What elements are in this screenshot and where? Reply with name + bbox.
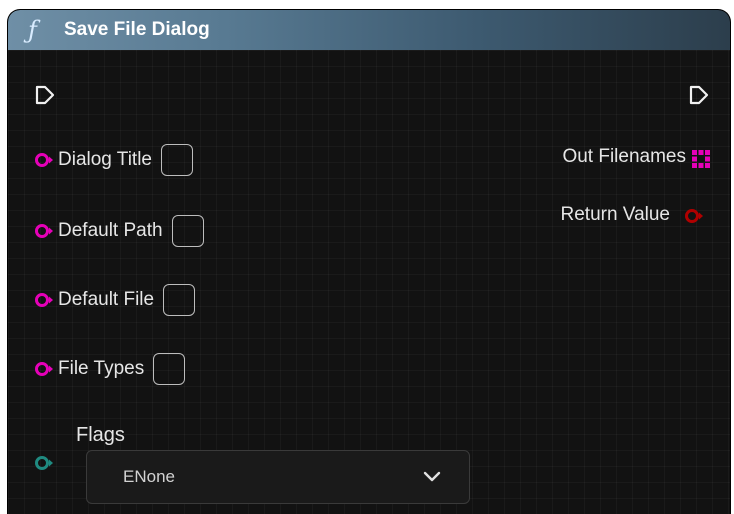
exec-output-pin-icon[interactable] <box>688 84 710 106</box>
function-icon: ƒ <box>28 16 37 44</box>
chevron-down-icon <box>423 471 441 483</box>
pin-label-default-path: Default Path <box>58 220 163 241</box>
save-file-dialog-node[interactable]: ƒ Save File Dialog Dialog Title Default … <box>8 10 730 514</box>
exec-input-pin-icon[interactable] <box>34 84 56 106</box>
file-types-input[interactable] <box>153 353 186 385</box>
input-row-default-path: Default Path <box>34 211 204 251</box>
string-pin-icon[interactable] <box>34 150 54 170</box>
default-file-input[interactable] <box>163 284 196 316</box>
input-row-dialog-title: Dialog Title <box>34 140 193 180</box>
string-pin-icon[interactable] <box>34 221 54 241</box>
pin-label-return-value: Return Value <box>560 204 671 225</box>
pin-label-default-file: Default File <box>58 289 155 310</box>
flags-dropdown[interactable]: ENone <box>86 450 470 504</box>
input-row-default-file: Default File <box>34 280 196 320</box>
pin-label-dialog-title: Dialog Title <box>58 149 152 170</box>
enum-pin-icon[interactable] <box>34 453 54 473</box>
node-header[interactable]: ƒ Save File Dialog <box>8 10 730 50</box>
string-pin-icon[interactable] <box>34 359 54 379</box>
node-title: Save File Dialog <box>64 19 210 40</box>
flags-dropdown-value: ENone <box>123 467 175 486</box>
pin-label-out-filenames: Out Filenames <box>562 146 686 167</box>
pin-label-file-types: File Types <box>58 358 145 379</box>
input-row-file-types: File Types <box>34 349 186 389</box>
dialog-title-input[interactable] <box>161 144 193 176</box>
string-pin-icon[interactable] <box>34 290 54 310</box>
pin-label-flags: Flags <box>76 424 125 446</box>
boolean-pin-icon[interactable] <box>684 206 704 226</box>
array-pin-icon[interactable] <box>690 148 712 170</box>
default-path-input[interactable] <box>171 215 204 247</box>
